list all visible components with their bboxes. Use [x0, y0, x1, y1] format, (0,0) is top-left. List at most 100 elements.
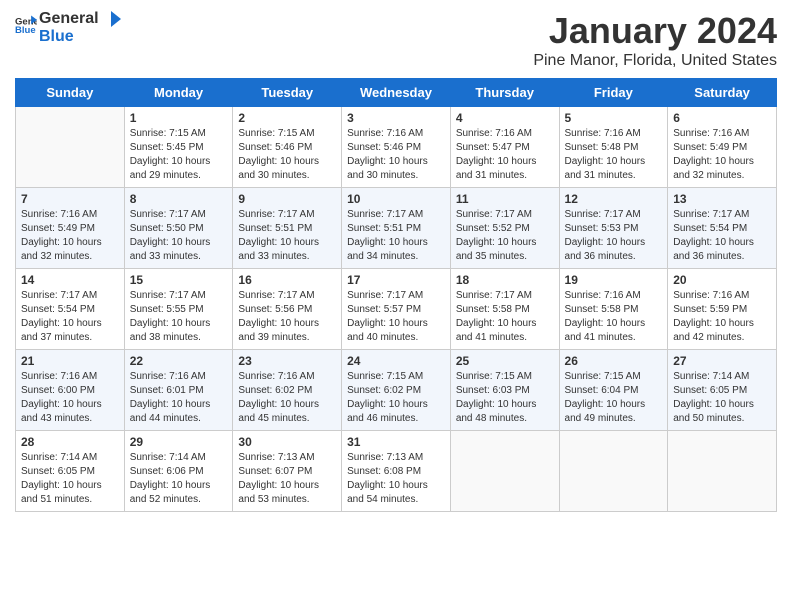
day-number: 17	[347, 273, 445, 287]
day-info: Sunrise: 7:14 AM Sunset: 6:05 PM Dayligh…	[21, 451, 119, 507]
col-tuesday: Tuesday	[233, 79, 342, 107]
day-info: Sunrise: 7:15 AM Sunset: 6:02 PM Dayligh…	[347, 370, 445, 426]
col-saturday: Saturday	[668, 79, 777, 107]
col-sunday: Sunday	[16, 79, 125, 107]
day-info: Sunrise: 7:16 AM Sunset: 5:46 PM Dayligh…	[347, 127, 445, 183]
day-info: Sunrise: 7:15 AM Sunset: 6:03 PM Dayligh…	[456, 370, 554, 426]
logo-graphic: General Blue	[15, 14, 37, 41]
day-info: Sunrise: 7:17 AM Sunset: 5:57 PM Dayligh…	[347, 289, 445, 345]
day-number: 31	[347, 435, 445, 449]
day-number: 1	[130, 111, 228, 125]
calendar-cell: 24 Sunrise: 7:15 AM Sunset: 6:02 PM Dayli…	[342, 350, 451, 431]
logo-arrow-icon	[101, 11, 121, 27]
day-info: Sunrise: 7:13 AM Sunset: 6:08 PM Dayligh…	[347, 451, 445, 507]
calendar-cell: 18Sunrise: 7:17 AM Sunset: 5:58 PM Dayli…	[450, 269, 559, 350]
calendar-cell: 19 Sunrise: 7:16 AM Sunset: 5:58 PM Dayli…	[559, 269, 668, 350]
day-number: 27	[673, 354, 771, 368]
day-info: Sunrise: 7:17 AM Sunset: 5:54 PM Dayligh…	[21, 289, 119, 345]
calendar-week-3: 14Sunrise: 7:17 AM Sunset: 5:54 PM Dayli…	[16, 269, 777, 350]
calendar-cell: 4Sunrise: 7:16 AM Sunset: 5:47 PM Daylig…	[450, 107, 559, 188]
day-number: 3	[347, 111, 445, 125]
day-info: Sunrise: 7:17 AM Sunset: 5:50 PM Dayligh…	[130, 208, 228, 264]
calendar-cell: 2 Sunrise: 7:15 AM Sunset: 5:46 PM Daylig…	[233, 107, 342, 188]
day-number: 19	[565, 273, 663, 287]
day-number: 21	[21, 354, 119, 368]
calendar-cell: 3 Sunrise: 7:16 AM Sunset: 5:46 PM Daylig…	[342, 107, 451, 188]
day-info: Sunrise: 7:16 AM Sunset: 6:00 PM Dayligh…	[21, 370, 119, 426]
day-number: 7	[21, 192, 119, 206]
day-info: Sunrise: 7:17 AM Sunset: 5:51 PM Dayligh…	[347, 208, 445, 264]
logo-text-blue: Blue	[39, 28, 74, 45]
day-number: 29	[130, 435, 228, 449]
day-info: Sunrise: 7:14 AM Sunset: 6:05 PM Dayligh…	[673, 370, 771, 426]
day-number: 16	[238, 273, 336, 287]
calendar-title: January 2024	[533, 10, 777, 52]
day-info: Sunrise: 7:17 AM Sunset: 5:51 PM Dayligh…	[238, 208, 336, 264]
day-number: 28	[21, 435, 119, 449]
day-number: 9	[238, 192, 336, 206]
day-info: Sunrise: 7:17 AM Sunset: 5:55 PM Dayligh…	[130, 289, 228, 345]
day-number: 10	[347, 192, 445, 206]
day-info: Sunrise: 7:13 AM Sunset: 6:07 PM Dayligh…	[238, 451, 336, 507]
day-number: 8	[130, 192, 228, 206]
day-number: 15	[130, 273, 228, 287]
calendar-cell: 22Sunrise: 7:16 AM Sunset: 6:01 PM Dayli…	[124, 350, 233, 431]
day-info: Sunrise: 7:17 AM Sunset: 5:53 PM Dayligh…	[565, 208, 663, 264]
col-thursday: Thursday	[450, 79, 559, 107]
calendar-cell	[16, 107, 125, 188]
calendar-cell: 20Sunrise: 7:16 AM Sunset: 5:59 PM Dayli…	[668, 269, 777, 350]
day-info: Sunrise: 7:14 AM Sunset: 6:06 PM Dayligh…	[130, 451, 228, 507]
calendar-cell: 31 Sunrise: 7:13 AM Sunset: 6:08 PM Dayli…	[342, 431, 451, 512]
day-number: 5	[565, 111, 663, 125]
col-friday: Friday	[559, 79, 668, 107]
calendar-cell: 15 Sunrise: 7:17 AM Sunset: 5:55 PM Dayli…	[124, 269, 233, 350]
day-info: Sunrise: 7:17 AM Sunset: 5:54 PM Dayligh…	[673, 208, 771, 264]
logo-text-general: General	[39, 10, 99, 28]
calendar-cell: 16 Sunrise: 7:17 AM Sunset: 5:56 PM Dayli…	[233, 269, 342, 350]
calendar-cell: 7 Sunrise: 7:16 AM Sunset: 5:49 PM Daylig…	[16, 188, 125, 269]
calendar-cell: 6Sunrise: 7:16 AM Sunset: 5:49 PM Daylig…	[668, 107, 777, 188]
calendar-cell: 27 Sunrise: 7:14 AM Sunset: 6:05 PM Dayli…	[668, 350, 777, 431]
calendar-week-4: 21 Sunrise: 7:16 AM Sunset: 6:00 PM Dayli…	[16, 350, 777, 431]
calendar-cell: 12 Sunrise: 7:17 AM Sunset: 5:53 PM Dayli…	[559, 188, 668, 269]
day-info: Sunrise: 7:16 AM Sunset: 5:49 PM Dayligh…	[21, 208, 119, 264]
day-info: Sunrise: 7:15 AM Sunset: 6:04 PM Dayligh…	[565, 370, 663, 426]
day-number: 11	[456, 192, 554, 206]
day-number: 24	[347, 354, 445, 368]
calendar-cell	[450, 431, 559, 512]
day-number: 30	[238, 435, 336, 449]
calendar-cell: 29 Sunrise: 7:14 AM Sunset: 6:06 PM Dayli…	[124, 431, 233, 512]
calendar-cell: 28 Sunrise: 7:14 AM Sunset: 6:05 PM Dayli…	[16, 431, 125, 512]
day-number: 20	[673, 273, 771, 287]
title-area: January 2024 Pine Manor, Florida, United…	[533, 10, 777, 70]
day-info: Sunrise: 7:16 AM Sunset: 6:02 PM Dayligh…	[238, 370, 336, 426]
calendar-cell: 21 Sunrise: 7:16 AM Sunset: 6:00 PM Dayli…	[16, 350, 125, 431]
calendar-cell: 11Sunrise: 7:17 AM Sunset: 5:52 PM Dayli…	[450, 188, 559, 269]
day-info: Sunrise: 7:15 AM Sunset: 5:46 PM Dayligh…	[238, 127, 336, 183]
calendar-cell: 17 Sunrise: 7:17 AM Sunset: 5:57 PM Dayli…	[342, 269, 451, 350]
day-info: Sunrise: 7:16 AM Sunset: 6:01 PM Dayligh…	[130, 370, 228, 426]
day-number: 18	[456, 273, 554, 287]
calendar-cell	[559, 431, 668, 512]
calendar-week-1: 1Sunrise: 7:15 AM Sunset: 5:45 PM Daylig…	[16, 107, 777, 188]
day-number: 12	[565, 192, 663, 206]
day-number: 2	[238, 111, 336, 125]
logo: General Blue General Blue	[15, 10, 121, 45]
day-number: 13	[673, 192, 771, 206]
calendar-cell: 8 Sunrise: 7:17 AM Sunset: 5:50 PM Daylig…	[124, 188, 233, 269]
calendar-subtitle: Pine Manor, Florida, United States	[533, 52, 777, 70]
day-info: Sunrise: 7:17 AM Sunset: 5:56 PM Dayligh…	[238, 289, 336, 345]
day-info: Sunrise: 7:16 AM Sunset: 5:49 PM Dayligh…	[673, 127, 771, 183]
calendar-week-5: 28 Sunrise: 7:14 AM Sunset: 6:05 PM Dayli…	[16, 431, 777, 512]
calendar-cell: 9 Sunrise: 7:17 AM Sunset: 5:51 PM Daylig…	[233, 188, 342, 269]
day-number: 4	[456, 111, 554, 125]
day-info: Sunrise: 7:16 AM Sunset: 5:58 PM Dayligh…	[565, 289, 663, 345]
col-wednesday: Wednesday	[342, 79, 451, 107]
day-number: 23	[238, 354, 336, 368]
calendar-cell: 5Sunrise: 7:16 AM Sunset: 5:48 PM Daylig…	[559, 107, 668, 188]
calendar-cell: 13 Sunrise: 7:17 AM Sunset: 5:54 PM Dayli…	[668, 188, 777, 269]
page-header: General Blue General Blue January 2024 P…	[15, 10, 777, 70]
calendar-cell: 30 Sunrise: 7:13 AM Sunset: 6:07 PM Dayli…	[233, 431, 342, 512]
calendar-cell: 25Sunrise: 7:15 AM Sunset: 6:03 PM Dayli…	[450, 350, 559, 431]
calendar-cell: 10 Sunrise: 7:17 AM Sunset: 5:51 PM Dayli…	[342, 188, 451, 269]
